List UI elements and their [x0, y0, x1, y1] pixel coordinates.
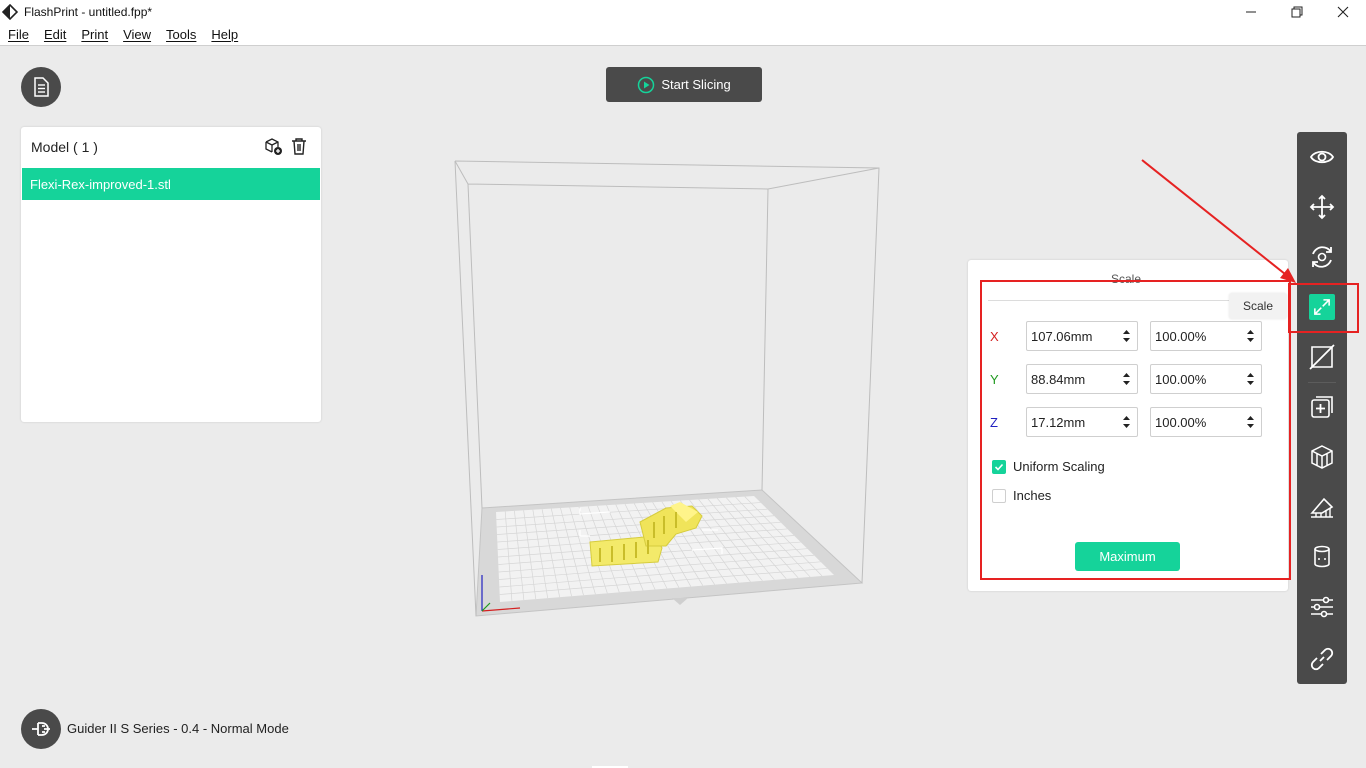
- link-icon: [1310, 647, 1334, 671]
- rotate-icon: [1312, 246, 1332, 268]
- add-tool-button[interactable]: [1297, 382, 1347, 432]
- settings-tool-button[interactable]: [1297, 582, 1347, 632]
- add-model-icon[interactable]: [263, 136, 283, 156]
- minimize-button[interactable]: [1228, 0, 1274, 24]
- eye-icon: [1309, 150, 1335, 164]
- annotation-arrow-icon: [1141, 159, 1296, 283]
- document-icon: [34, 77, 49, 97]
- menu-print[interactable]: Print: [73, 27, 115, 42]
- annotation-highlight-panel: [980, 280, 1291, 580]
- printer-connect-button[interactable]: [21, 709, 61, 749]
- support-icon: [1310, 497, 1334, 518]
- title-bar: FlashPrint - untitled.fpp*: [0, 0, 1366, 24]
- add-icon: [1311, 396, 1333, 418]
- model-panel-header: Model ( 1 ): [21, 127, 321, 167]
- model-list-item[interactable]: Flexi-Rex-improved-1.stl: [22, 168, 320, 200]
- split-tool-button[interactable]: [1297, 432, 1347, 482]
- app-logo-icon: [2, 4, 18, 20]
- move-icon: [1309, 194, 1335, 220]
- start-slicing-label: Start Slicing: [661, 77, 731, 92]
- cut-tool-button[interactable]: [1297, 332, 1347, 382]
- menu-view[interactable]: View: [115, 27, 158, 42]
- model-panel: Model ( 1 ) Flexi-Rex-improved-1.stl: [21, 127, 321, 422]
- front-marker: [672, 598, 688, 605]
- printer-status-label: Guider II S Series - 0.4 - Normal Mode: [67, 721, 289, 736]
- menu-edit[interactable]: Edit: [36, 27, 73, 42]
- plug-icon: [32, 722, 50, 736]
- link-tool-button[interactable]: [1297, 634, 1347, 684]
- document-button[interactable]: [21, 67, 61, 107]
- extruder-tool-button[interactable]: [1297, 532, 1347, 582]
- extruder-icon: [1314, 545, 1330, 568]
- close-button[interactable]: [1320, 0, 1366, 24]
- restore-button[interactable]: [1274, 0, 1320, 24]
- settings-icon: [1311, 596, 1333, 618]
- window-title: FlashPrint - untitled.fpp*: [24, 5, 153, 19]
- menu-file[interactable]: File: [0, 27, 36, 42]
- restore-icon: [1291, 6, 1303, 18]
- trash-icon[interactable]: [289, 136, 309, 156]
- split-icon: [1311, 445, 1333, 469]
- build-volume-scene[interactable]: [440, 150, 890, 620]
- start-slicing-button[interactable]: Start Slicing: [606, 67, 762, 102]
- close-icon: [1337, 6, 1349, 18]
- cut-icon: [1309, 344, 1335, 370]
- menu-tools[interactable]: Tools: [158, 27, 203, 42]
- menu-help[interactable]: Help: [203, 27, 245, 42]
- support-tool-button[interactable]: [1297, 482, 1347, 532]
- model-count-label: Model ( 1 ): [31, 139, 98, 155]
- play-icon: [638, 76, 655, 93]
- menu-bar: File Edit Print View Tools Help: [0, 24, 1366, 46]
- minimize-icon: [1246, 11, 1256, 13]
